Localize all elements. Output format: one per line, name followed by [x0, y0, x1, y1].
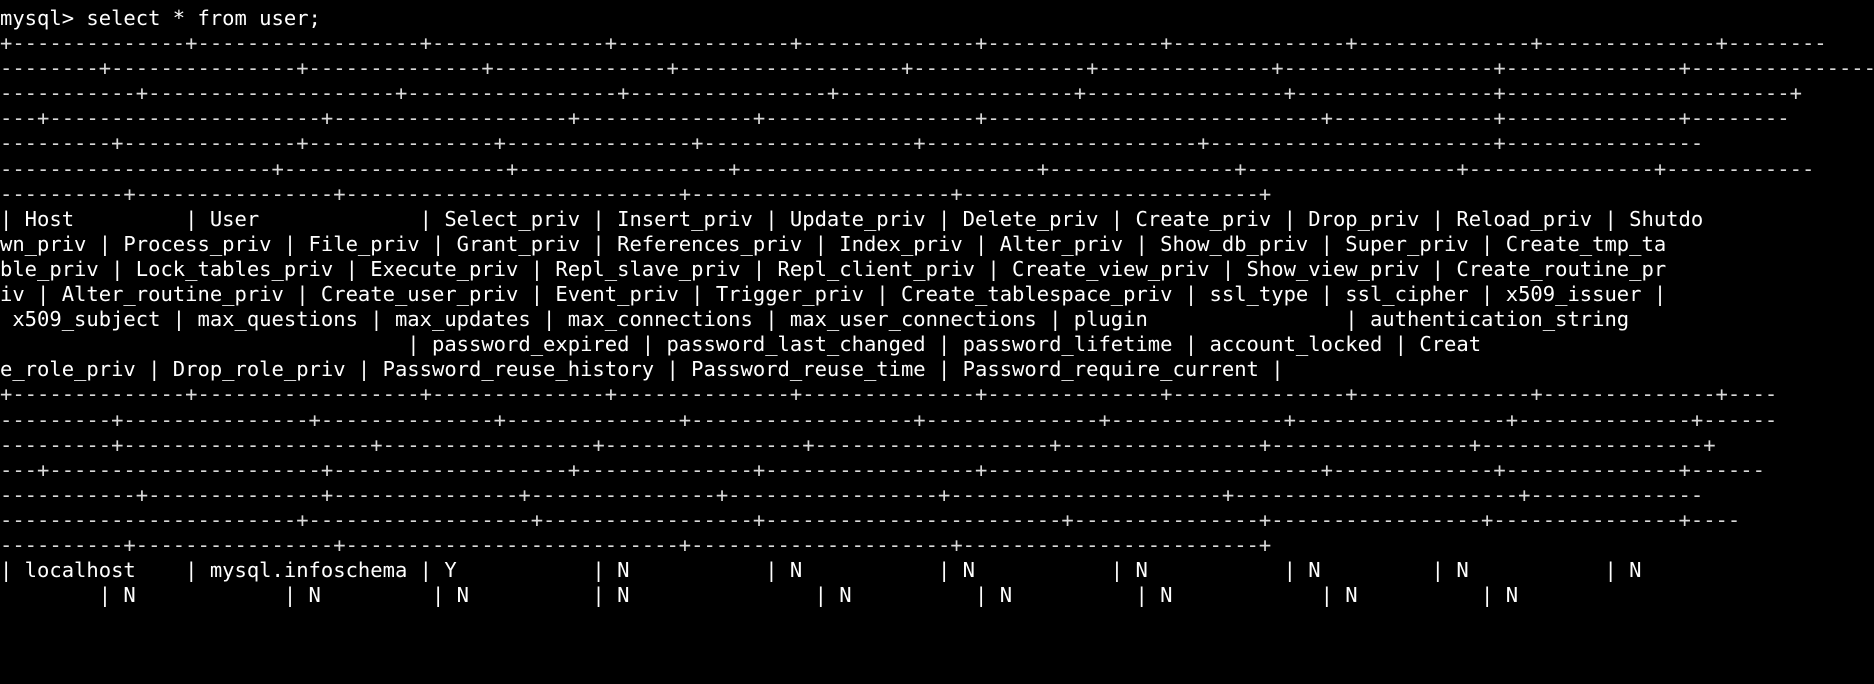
header-line-4: iv | Alter_routine_priv | Create_user_pr…: [0, 282, 1667, 307]
separator-line-9: ---------+---------------+--------------…: [0, 407, 1778, 432]
separator-line-7: ----------+----------------+------------…: [0, 181, 1272, 206]
header-line-7: e_role_priv | Drop_role_priv | Password_…: [0, 357, 1284, 382]
terminal-window[interactable]: mysql> select * from user; +-------------…: [0, 0, 1874, 684]
separator-line-13: ------------------------+---------------…: [0, 507, 1741, 532]
separator-line-2: --------+---------------+--------------+…: [0, 56, 1874, 81]
separator-line-14: ----------+----------------+------------…: [0, 532, 1272, 557]
separator-line-10: ---------+--------------------+---------…: [0, 432, 1716, 457]
separator-line-8: +--------------+------------------+-----…: [0, 382, 1778, 407]
header-line-3: ble_priv | Lock_tables_priv | Execute_pr…: [0, 256, 1667, 281]
separator-line-1: +--------------+------------------+-----…: [0, 31, 1827, 56]
prompt-line: mysql> select * from user;: [0, 6, 321, 30]
header-line-5: x509_subject | max_questions | max_updat…: [0, 307, 1630, 332]
separator-line-6: ----------------------+-----------------…: [0, 156, 1815, 181]
separator-line-12: -----------+--------------+-------------…: [0, 482, 1704, 507]
separator-line-3: -----------+--------------------+-------…: [0, 81, 1802, 106]
header-line-6: | password_expired | password_last_chang…: [0, 332, 1482, 357]
data-row-1-continued: | N | N | N | N | N | N | N | N | N: [0, 583, 1519, 608]
data-row-1: | localhost | mysql.infoschema | Y | N |…: [0, 558, 1642, 583]
header-line-1: | Host | User | Select_priv | Insert_pri…: [0, 206, 1704, 231]
separator-line-4: ---+----------------------+-------------…: [0, 106, 1790, 131]
separator-line-11: ---+----------------------+-------------…: [0, 457, 1765, 482]
separator-line-5: ---------+--------------+---------------…: [0, 131, 1704, 156]
header-line-2: wn_priv | Process_priv | File_priv | Gra…: [0, 231, 1667, 256]
